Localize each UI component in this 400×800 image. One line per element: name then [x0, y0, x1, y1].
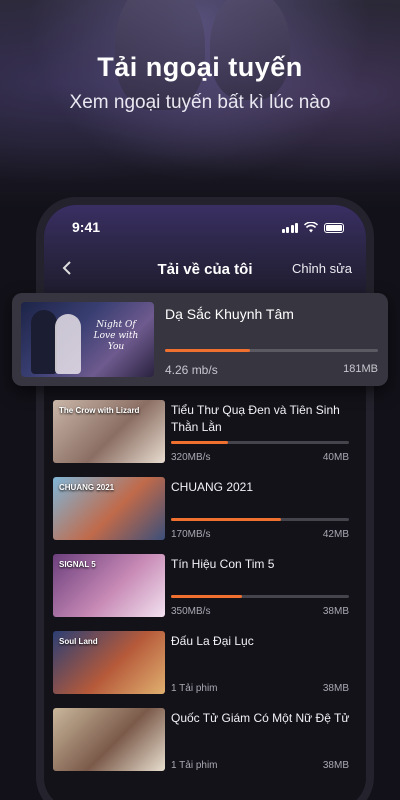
list-item[interactable]: Soul Land Đấu La Đại Lục 1 Tải phim 38MB — [53, 631, 349, 708]
signal-icon — [281, 223, 298, 233]
item-thumbnail: SIGNAL 5 — [53, 554, 165, 617]
featured-progress-bar — [165, 349, 378, 352]
item-size: 40MB — [322, 452, 349, 463]
hero-figure-right — [210, 0, 290, 100]
item-thumbnail: CHUANG 2021 — [53, 477, 165, 540]
featured-download-card[interactable]: Night Of Love with You Dạ Sắc Khuynh Tâm… — [12, 293, 388, 386]
item-title: Tín Hiệu Con Tim 5 — [171, 557, 275, 571]
list-item[interactable]: SIGNAL 5 Tín Hiệu Con Tim 5 350MB/s 38MB — [53, 554, 349, 631]
item-size: 38MB — [322, 606, 349, 617]
item-speed: 170MB/s — [171, 529, 211, 540]
featured-title: Dạ Sắc Khuynh Tâm — [165, 306, 294, 322]
item-progress-bar — [171, 595, 349, 598]
hero-subtitle: Xem ngoại tuyến bất kì lúc nào — [69, 92, 331, 113]
item-thumb-text: The Crow with Lizard — [59, 406, 140, 415]
list-item[interactable]: CHUANG 2021 CHUANG 2021 170MB/s 42MB — [53, 477, 349, 554]
edit-button[interactable]: Chỉnh sửa — [292, 261, 352, 276]
status-time: 9:41 — [72, 219, 101, 235]
item-thumb-text: SIGNAL 5 — [59, 560, 96, 569]
item-thumb-text: CHUANG 2021 — [59, 483, 115, 492]
item-thumbnail: Soul Land — [53, 631, 165, 694]
featured-progress-fill — [165, 349, 251, 352]
item-speed: 320MB/s — [171, 452, 211, 463]
item-title: CHUANG 2021 — [171, 480, 254, 494]
download-list: The Crow with Lizard Tiểu Thư Quạ Đen và … — [53, 400, 349, 785]
item-speed: 1 Tải phim — [171, 760, 218, 771]
wifi-icon — [304, 222, 318, 233]
item-speed: 1 Tải phim — [171, 683, 218, 694]
featured-size: 181MB — [343, 363, 378, 375]
item-thumbnail — [53, 708, 165, 771]
nav-bar: Tải về của tôi Chỉnh sửa — [44, 259, 366, 281]
item-thumb-text: Soul Land — [59, 637, 98, 646]
featured-speed: 4.26 mb/s — [165, 363, 218, 377]
status-icons — [281, 222, 344, 233]
status-bar: 9:41 — [44, 219, 366, 239]
featured-thumbnail: Night Of Love with You — [21, 302, 154, 377]
item-progress-fill — [171, 518, 282, 521]
item-speed: 350MB/s — [171, 606, 211, 617]
list-item[interactable]: Quốc Tử Giám Có Một Nữ Đệ Tử 1 Tải phim 38… — [53, 708, 349, 785]
item-thumbnail: The Crow with Lizard — [53, 400, 165, 463]
item-title: Đấu La Đại Lục — [171, 634, 254, 648]
item-size: 42MB — [322, 529, 349, 540]
item-progress-bar — [171, 441, 349, 444]
item-title: Quốc Tử Giám Có Một Nữ Đệ Tử — [171, 711, 350, 725]
item-progress-fill — [171, 441, 228, 444]
hero-title: Tải ngoại tuyến — [97, 52, 303, 82]
item-title: Tiểu Thư Quạ Đen và Tiên Sinh Thằn Lằn — [171, 403, 340, 434]
item-size: 38MB — [322, 760, 349, 771]
item-progress-bar — [171, 518, 349, 521]
featured-thumb-text: Night Of Love with You — [93, 320, 139, 352]
item-progress-fill — [171, 595, 243, 598]
list-item[interactable]: The Crow with Lizard Tiểu Thư Quạ Đen và … — [53, 400, 349, 477]
item-size: 38MB — [322, 683, 349, 694]
hero-banner: Tải ngoại tuyến Xem ngoại tuyến bất kì l… — [0, 0, 400, 210]
battery-icon — [324, 223, 344, 233]
